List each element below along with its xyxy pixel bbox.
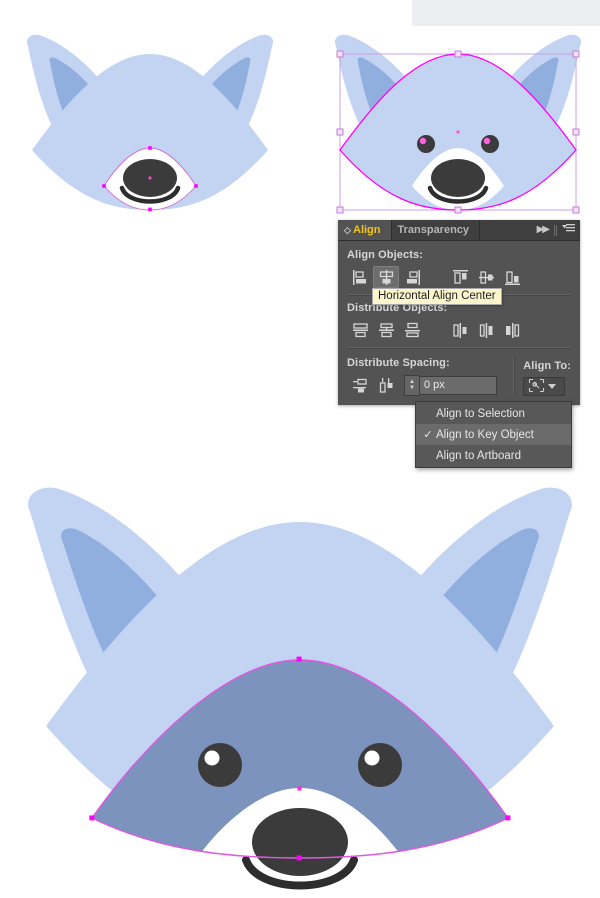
- tab-align[interactable]: ◇ Align: [338, 220, 392, 240]
- horizontal-distribute-left-button[interactable]: [447, 319, 473, 341]
- menu-item-align-to-artboard-label: Align to Artboard: [436, 449, 522, 462]
- tab-transparency-label: Transparency: [397, 224, 470, 236]
- panel-vertical-divider: [513, 355, 516, 396]
- selection-bounding-box: [318, 14, 598, 214]
- distribute-spacing-label: Distribute Spacing:: [347, 357, 450, 369]
- vertical-distribute-spacing-button[interactable]: [347, 374, 373, 396]
- horizontal-distribute-spacing-button[interactable]: [373, 374, 399, 396]
- panel-body: Align Objects: Distribute Objects: Distr…: [338, 241, 580, 405]
- menu-item-align-to-selection-label: Align to Selection: [436, 407, 525, 420]
- align-objects-label: Align Objects:: [347, 249, 423, 261]
- menu-item-align-to-key-object-label: Align to Key Object: [436, 428, 534, 441]
- tab-align-label: Align: [353, 224, 381, 236]
- menu-item-align-to-selection[interactable]: Align to Selection: [416, 403, 571, 424]
- spacing-stepper[interactable]: ▲ ▼: [404, 374, 419, 396]
- horizontal-align-right-button[interactable]: [399, 266, 425, 288]
- raccoon-bottom-large[interactable]: [8, 470, 592, 890]
- tooltip-horizontal-align-center: Horizontal Align Center: [372, 288, 502, 305]
- distribute-spacing-input[interactable]: [419, 375, 497, 395]
- align-to-label: Align To:: [523, 360, 571, 372]
- align-to-dropdown-button[interactable]: [523, 377, 566, 396]
- distribute-objects-button-row: [347, 319, 571, 341]
- panel-header-icons: ▶▶: [537, 220, 580, 240]
- vertical-align-center-button[interactable]: [473, 266, 499, 288]
- expand-chevrons-icon[interactable]: ▶▶: [537, 225, 550, 235]
- panel-divider-icon: [554, 224, 555, 236]
- horizontal-align-left-button[interactable]: [347, 266, 373, 288]
- align-to-dropdown-menu[interactable]: Align to Selection ✓ Align to Key Object…: [415, 401, 572, 468]
- vertical-distribute-top-button[interactable]: [347, 319, 373, 341]
- illustrator-canvas: ◇ Align Transparency ▶▶ Align Objects: D…: [0, 0, 600, 898]
- panel-grip-icon: ◇: [344, 224, 351, 235]
- section-divider-2: [347, 347, 571, 349]
- distribute-spacing-controls: ▲ ▼: [347, 374, 505, 396]
- check-icon: ✓: [423, 429, 433, 441]
- button-row-gap: [425, 277, 447, 278]
- menu-item-align-to-key-object[interactable]: ✓ Align to Key Object: [416, 424, 571, 445]
- align-objects-button-row: [347, 266, 571, 288]
- menu-item-align-to-artboard[interactable]: Align to Artboard: [416, 445, 571, 466]
- horizontal-distribute-center-button[interactable]: [473, 319, 499, 341]
- tab-bar-spacer: [480, 220, 537, 240]
- vertical-distribute-bottom-button[interactable]: [399, 319, 425, 341]
- panel-menu-icon[interactable]: [562, 223, 575, 237]
- vertical-align-bottom-button[interactable]: [499, 266, 525, 288]
- align-panel[interactable]: ◇ Align Transparency ▶▶ Align Objects: D…: [338, 220, 580, 405]
- raccoon-top-left[interactable]: [10, 14, 290, 214]
- chevron-down-icon[interactable]: [548, 384, 557, 389]
- tab-transparency[interactable]: Transparency: [392, 220, 481, 240]
- button-row-gap-2: [425, 330, 447, 331]
- align-to-section: Align To:: [523, 358, 571, 396]
- vertical-align-top-button[interactable]: [447, 266, 473, 288]
- horizontal-distribute-right-button[interactable]: [499, 319, 525, 341]
- vertical-distribute-center-button[interactable]: [373, 319, 399, 341]
- horizontal-align-center-button[interactable]: [373, 266, 399, 288]
- key-object-icon: [528, 378, 545, 396]
- panel-tab-bar: ◇ Align Transparency ▶▶: [338, 220, 580, 241]
- stepper-down-icon[interactable]: ▼: [409, 385, 415, 391]
